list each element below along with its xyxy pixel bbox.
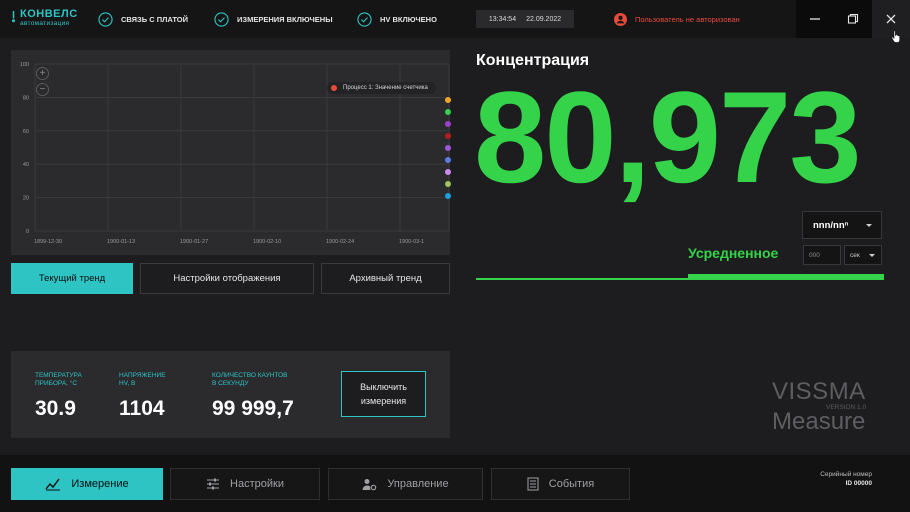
x-tick-label: 1900-01-13 <box>107 239 135 245</box>
x-tick-label: 1899-12-30 <box>34 239 62 245</box>
minimize-icon <box>810 18 820 20</box>
nav-events-label: События <box>548 478 595 490</box>
trend-chart[interactable]: 100 80 60 40 20 0 1899-12-30 1900-01-13 1900-01-… <box>11 50 450 255</box>
product-logo: VISSMA VERSION 1.0 Measure <box>772 378 882 435</box>
brand-name: VISSMA <box>772 378 866 405</box>
brand-subtitle: Measure <box>772 408 866 435</box>
averaged-indicator-bar <box>688 274 884 279</box>
cursor-hand-icon <box>891 30 900 43</box>
restore-icon <box>847 13 859 24</box>
temperature-value: 30.9 <box>35 397 76 420</box>
serial-label: Серийный номер <box>820 471 872 478</box>
voltage-label: НАПРЯЖЕНИЕ HV, В <box>119 372 166 387</box>
nav-control[interactable]: Управление <box>328 468 483 500</box>
user-status-label: Пользователь не авторизован <box>635 14 740 24</box>
user-icon <box>614 12 627 26</box>
nav-settings[interactable]: Настройки <box>170 468 320 500</box>
logo-mark-icon <box>12 11 15 23</box>
check-circle-icon <box>98 11 113 27</box>
series-color-dot[interactable] <box>445 121 451 127</box>
bottom-nav-bar: Измерение Настройки Управление События С… <box>0 455 910 512</box>
close-icon <box>886 14 896 24</box>
status-board-link-label: СВЯЗЬ С ПЛАТОЙ <box>121 14 189 24</box>
time-text: 13:34:54 <box>488 15 517 23</box>
average-period-input[interactable]: 000 <box>803 245 841 265</box>
top-bar: КОНВЕЛС автоматизация СВЯЗЬ С ПЛАТОЙ ИЗМ… <box>0 0 910 43</box>
series-color-dot[interactable] <box>445 169 451 175</box>
x-tick-label: 1900-01-27 <box>180 239 208 245</box>
status-hv: HV ВКЛЮЧЕНО <box>357 10 437 28</box>
series-color-dot[interactable] <box>445 145 451 151</box>
tab-display-settings[interactable]: Настройки отображения <box>140 263 314 294</box>
series-color-dot[interactable] <box>445 193 451 199</box>
minimize-button[interactable] <box>796 0 834 38</box>
serial-value: ID 00000 <box>845 480 872 487</box>
status-measurement: ИЗМЕРЕНИЯ ВКЛЮЧЕНЫ <box>214 10 333 28</box>
x-tick-label: 1900-02-10 <box>253 239 281 245</box>
maximize-button[interactable] <box>834 0 872 38</box>
average-unit-value: сек <box>850 251 860 259</box>
trend-chart-panel: 100 80 60 40 20 0 1899-12-30 1900-01-13 1900-01-… <box>11 50 451 255</box>
x-tick-label: 1900-03-1 <box>399 239 424 245</box>
series-color-dot[interactable] <box>445 97 451 103</box>
logo-subtitle: автоматизация <box>20 20 70 27</box>
chart-legend: Процесс 1: Значение счетчика <box>327 82 436 94</box>
nav-control-label: Управление <box>387 478 449 490</box>
nav-events[interactable]: События <box>491 468 630 500</box>
stop-measurement-button[interactable]: Выключить измерения <box>341 371 426 417</box>
y-tick-label: 0 <box>26 229 29 235</box>
check-circle-icon <box>357 11 372 27</box>
nav-measurement-label: Измерение <box>71 478 129 490</box>
date-text: 22.09.2022 <box>526 15 562 23</box>
counts-label: КОЛИЧЕСТВО КАУНТОВ В СЕКУНДУ <box>212 372 288 387</box>
chevron-down-icon <box>866 224 872 227</box>
serial-number: Серийный номер ID 00000 <box>820 470 872 488</box>
chevron-down-icon <box>869 254 875 257</box>
company-logo: КОНВЕЛС автоматизация <box>12 8 82 30</box>
unit-select[interactable]: nnn/nnⁿ <box>802 211 882 239</box>
nav-measurement[interactable]: Измерение <box>11 468 163 500</box>
series-color-dot[interactable] <box>445 181 451 187</box>
measurement-chart-icon <box>45 478 61 491</box>
document-list-icon <box>527 477 539 491</box>
user-status[interactable]: Пользователь не авторизован <box>614 10 740 28</box>
unit-select-value: nnn/nnⁿ <box>813 219 849 231</box>
zoom-in-button[interactable]: + <box>36 67 49 80</box>
counts-value: 99 999,7 <box>212 397 294 420</box>
y-tick-label: 60 <box>23 129 29 135</box>
logo-name: КОНВЕЛС <box>20 8 78 20</box>
nav-settings-label: Настройки <box>230 478 284 490</box>
average-unit-select[interactable]: сек <box>844 245 882 265</box>
y-tick-label: 20 <box>23 196 29 202</box>
x-tick-label: 1900-02-24 <box>326 239 354 245</box>
legend-label: Процесс 1: Значение счетчика <box>343 85 428 91</box>
y-tick-label: 40 <box>23 162 29 168</box>
device-info-panel: ТЕМПЕРАТУРА ПРИБОРА, °C 30.9 НАПРЯЖЕНИЕ … <box>11 351 450 438</box>
user-gear-icon <box>362 478 377 490</box>
concentration-value: 80,973 <box>474 64 862 210</box>
tab-current-trend[interactable]: Текущий тренд <box>11 263 133 294</box>
series-color-dot[interactable] <box>445 109 451 115</box>
datetime-display: 13:34:54 22.09.2022 <box>476 10 574 28</box>
legend-marker <box>331 85 337 91</box>
check-circle-icon <box>214 11 229 27</box>
status-board-link: СВЯЗЬ С ПЛАТОЙ <box>98 10 188 28</box>
status-hv-label: HV ВКЛЮЧЕНО <box>380 14 437 24</box>
series-color-dot[interactable] <box>445 133 451 139</box>
averaged-label: Усредненное <box>688 245 779 261</box>
tab-archive-trend[interactable]: Архивный тренд <box>321 263 450 294</box>
temperature-label: ТЕМПЕРАТУРА ПРИБОРА, °C <box>35 372 82 387</box>
y-tick-label: 100 <box>20 62 29 68</box>
voltage-value: 1104 <box>119 397 165 420</box>
sliders-icon <box>207 478 220 490</box>
y-tick-label: 80 <box>23 95 29 101</box>
series-color-dot[interactable] <box>445 157 451 163</box>
status-measurement-label: ИЗМЕРЕНИЯ ВКЛЮЧЕНЫ <box>237 14 333 24</box>
zoom-out-button[interactable]: − <box>36 83 49 96</box>
